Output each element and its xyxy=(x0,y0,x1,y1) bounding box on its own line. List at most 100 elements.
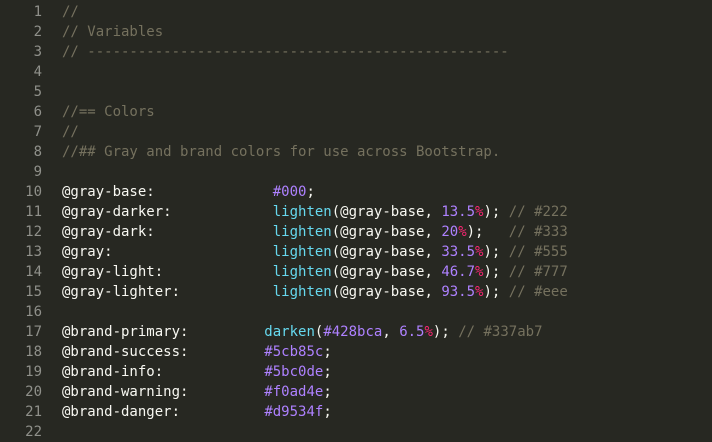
token-punct: ; xyxy=(323,364,332,380)
line-number: 20 xyxy=(25,384,42,400)
line-number: 19 xyxy=(25,364,42,380)
code-line[interactable]: // -------------------------------------… xyxy=(62,42,509,62)
line-number: 18 xyxy=(25,344,42,360)
line-number: 6 xyxy=(33,104,42,120)
token-punct: , xyxy=(382,324,400,340)
token-pct: % xyxy=(424,324,433,340)
token-punct: (@gray-base, xyxy=(331,244,442,260)
code-line[interactable]: @brand-info: #5bc0de; xyxy=(62,362,332,382)
token-num: 93.5 xyxy=(441,284,476,300)
line-number-gutter: 1 2 3 4 5 6 7 8 9 10 11 12 13 14 15 16 17 18 19 20 21 22 xyxy=(0,0,44,440)
line-number: 22 xyxy=(25,424,42,440)
token-punct: (@gray-base, xyxy=(331,264,442,280)
code-line[interactable]: @brand-warning: #f0ad4e; xyxy=(62,382,332,402)
token-comment: // Variables xyxy=(62,24,164,40)
line-number: 9 xyxy=(33,164,42,180)
token-punct: (@gray-base, xyxy=(331,224,442,240)
code-line[interactable]: @gray-darker: lighten(@gray-base, 13.5%)… xyxy=(62,202,568,222)
line-number: 8 xyxy=(33,144,42,160)
token-punct: ; xyxy=(306,184,315,200)
line-number: 5 xyxy=(33,84,42,100)
token-fn: lighten xyxy=(272,284,332,300)
token-fn: lighten xyxy=(272,224,332,240)
token-var: @gray-lighter: xyxy=(62,284,181,300)
token-var: @brand-primary: xyxy=(62,324,189,340)
code-line[interactable]: @gray-dark: lighten(@gray-base, 20%); //… xyxy=(62,222,568,242)
token-punct: ; xyxy=(323,384,332,400)
code-line[interactable]: @brand-primary: darken(#428bca, 6.5%); /… xyxy=(62,322,543,342)
code-line[interactable]: @brand-danger: #d9534f; xyxy=(62,402,332,422)
token-comment: //## Gray and brand colors for use acros… xyxy=(62,144,501,160)
token-num: 46.7 xyxy=(441,264,476,280)
token-punct: (@gray-base, xyxy=(331,204,442,220)
token-color: #f0ad4e xyxy=(264,384,324,400)
token-comment: // #337ab7 xyxy=(458,324,543,340)
token-comment: //== Colors xyxy=(62,104,155,120)
line-number: 2 xyxy=(33,24,42,40)
token-var: @gray-dark: xyxy=(62,224,155,240)
token-color: #428bca xyxy=(323,324,383,340)
token-num: 20 xyxy=(441,224,459,240)
token-punct: ); xyxy=(466,224,509,240)
token-comment: // #555 xyxy=(508,244,568,260)
token-comment: // #222 xyxy=(508,204,568,220)
token-num: 33.5 xyxy=(441,244,476,260)
code-line[interactable]: @gray-lighter: lighten(@gray-base, 93.5%… xyxy=(62,282,568,302)
code-line[interactable]: @brand-success: #5cb85c; xyxy=(62,342,332,362)
line-number: 14 xyxy=(25,264,42,280)
token-punct: ; xyxy=(323,344,332,360)
line-number: 15 xyxy=(25,284,42,300)
code-line[interactable]: //## Gray and brand colors for use acros… xyxy=(62,142,500,162)
token-fn: lighten xyxy=(272,244,332,260)
line-number: 1 xyxy=(33,4,42,20)
token-punct: ); xyxy=(432,324,459,340)
token-color: #000 xyxy=(272,184,307,200)
token-comment: // #eee xyxy=(508,284,568,300)
line-number: 16 xyxy=(25,304,42,320)
token-var: @brand-danger: xyxy=(62,404,181,420)
token-comment: // xyxy=(62,4,79,20)
code-line[interactable]: @gray-base: #000; xyxy=(62,182,315,202)
token-punct: ); xyxy=(483,284,509,300)
code-line[interactable]: //== Colors xyxy=(62,102,155,122)
token-comment: // #333 xyxy=(508,224,568,240)
line-number: 4 xyxy=(33,64,42,80)
code-line[interactable]: // xyxy=(62,122,79,142)
code-editor[interactable]: 1 2 3 4 5 6 7 8 9 10 11 12 13 14 15 16 17 18 19 20 21 22 ////… xyxy=(0,0,712,440)
code-line[interactable]: // Variables xyxy=(62,22,163,42)
token-punct: ); xyxy=(483,204,509,220)
token-pct: % xyxy=(458,224,467,240)
token-comment: // #777 xyxy=(508,264,568,280)
line-number: 11 xyxy=(25,204,42,220)
token-var: @gray-light: xyxy=(62,264,164,280)
code-area[interactable]: // // Variables // -----------------------… xyxy=(62,0,712,434)
token-punct: (@gray-base, xyxy=(331,284,442,300)
code-line[interactable]: @gray-light: lighten(@gray-base, 46.7%);… xyxy=(62,262,568,282)
code-line[interactable]: @gray: lighten(@gray-base, 33.5%); // #5… xyxy=(62,242,568,262)
token-color: #5bc0de xyxy=(264,364,324,380)
token-num: 13.5 xyxy=(441,204,476,220)
line-number: 21 xyxy=(25,404,42,420)
line-number: 7 xyxy=(33,124,42,140)
line-number: 13 xyxy=(25,244,42,260)
code-line[interactable]: // xyxy=(62,2,79,22)
token-fn: darken xyxy=(264,324,315,340)
token-var: @brand-info: xyxy=(62,364,164,380)
token-var: @gray-darker: xyxy=(62,204,172,220)
token-color: #5cb85c xyxy=(264,344,324,360)
token-comment: // xyxy=(62,124,79,140)
token-color: #d9534f xyxy=(264,404,324,420)
token-var: @gray: xyxy=(62,244,113,260)
line-number: 12 xyxy=(25,224,42,240)
token-var: @brand-warning: xyxy=(62,384,189,400)
token-num: 6.5 xyxy=(399,324,425,340)
